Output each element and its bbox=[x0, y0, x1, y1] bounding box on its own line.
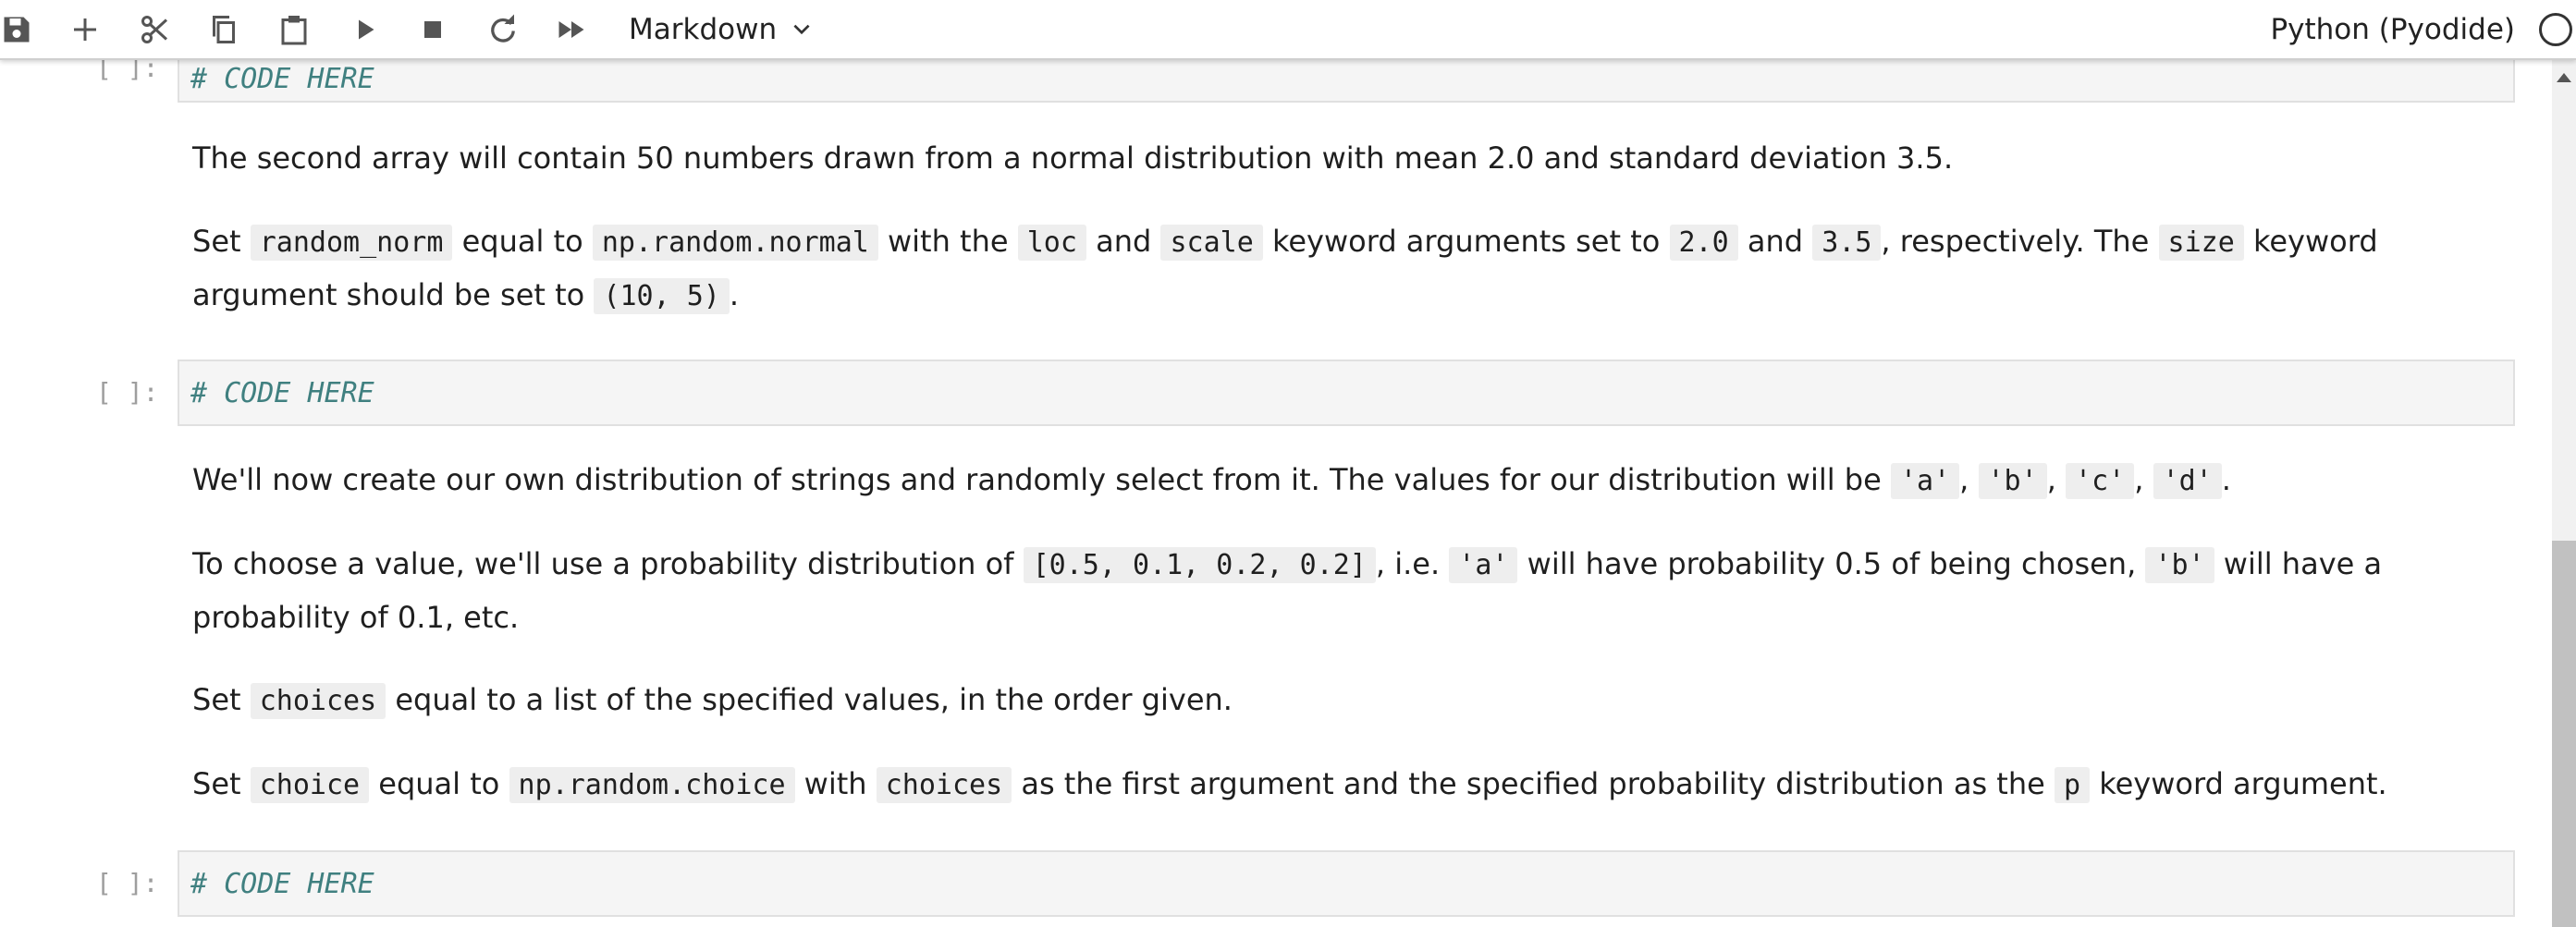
inline-code: choices bbox=[250, 683, 386, 719]
inline-code: 'd' bbox=[2153, 463, 2222, 499]
text: , bbox=[1959, 462, 1969, 497]
stop-icon bbox=[424, 21, 441, 38]
inline-code: np.random.choice bbox=[509, 767, 795, 803]
paste-button[interactable] bbox=[272, 7, 316, 52]
text: , respectively. The bbox=[1881, 224, 2150, 259]
notebook-toolbar: Markdown Python (Pyodide) bbox=[0, 0, 2576, 60]
text: keyword arguments set to bbox=[1271, 224, 1661, 259]
inline-code: size bbox=[2158, 225, 2244, 261]
run-all-button[interactable] bbox=[549, 7, 594, 52]
markdown-paragraph: We'll now create our own distribution of… bbox=[192, 454, 2504, 507]
inline-code: scale bbox=[1160, 225, 1263, 261]
text: equal to bbox=[461, 224, 583, 259]
cut-button[interactable] bbox=[133, 7, 178, 52]
inline-code: 'b' bbox=[1978, 463, 2047, 499]
cell-type-dropdown[interactable]: Markdown bbox=[629, 7, 814, 52]
text: with bbox=[803, 766, 867, 801]
inline-code: 'a' bbox=[1890, 463, 1960, 499]
inline-code: 3.5 bbox=[1812, 225, 1882, 261]
markdown-paragraph: Set random_norm equal to np.random.norma… bbox=[192, 215, 2504, 323]
markdown-paragraph: Set choices equal to a list of the speci… bbox=[192, 674, 2504, 727]
inline-code: [0.5, 0.1, 0.2, 0.2] bbox=[1023, 547, 1376, 583]
inline-code: p bbox=[2054, 767, 2091, 803]
code-comment: # CODE HERE bbox=[190, 62, 374, 95]
play-icon bbox=[359, 19, 374, 40]
kernel-status-icon bbox=[2539, 13, 2572, 46]
markdown-paragraph: To choose a value, we'll use a probabili… bbox=[192, 538, 2504, 644]
code-comment: # CODE HERE bbox=[190, 376, 374, 409]
plus-icon bbox=[74, 18, 96, 41]
save-icon bbox=[4, 17, 30, 43]
cell-prompt: [ ]: bbox=[96, 377, 159, 408]
code-comment: # CODE HERE bbox=[190, 867, 374, 900]
inline-code: 'b' bbox=[2145, 547, 2214, 583]
scissors-icon bbox=[141, 16, 168, 43]
code-cell[interactable]: # CODE HERE bbox=[178, 850, 2515, 917]
kernel-name[interactable]: Python (Pyodide) bbox=[2270, 7, 2515, 52]
text: , bbox=[2046, 462, 2056, 497]
cell-prompt: [ ]: bbox=[96, 58, 159, 83]
vertical-scrollbar[interactable] bbox=[2552, 58, 2576, 927]
text: We'll now create our own distribution of… bbox=[192, 462, 1882, 497]
inline-code: 'c' bbox=[2066, 463, 2135, 499]
text: , i.e. bbox=[1375, 546, 1441, 581]
scroll-up-arrow-icon[interactable] bbox=[2557, 73, 2571, 82]
scrollbar-thumb[interactable] bbox=[2552, 541, 2576, 927]
interrupt-button[interactable] bbox=[411, 7, 455, 52]
text: keyword argument. bbox=[2099, 766, 2387, 801]
clipboard-icon bbox=[281, 16, 307, 45]
inline-code: 'a' bbox=[1449, 547, 1518, 583]
text: equal to a list of the specified values,… bbox=[395, 682, 1233, 717]
text: Set bbox=[192, 224, 241, 259]
text: as the first argument and the specified … bbox=[1021, 766, 2045, 801]
text: . bbox=[2221, 462, 2231, 497]
inline-code: 2.0 bbox=[1669, 225, 1738, 261]
inline-code: np.random.normal bbox=[592, 225, 878, 261]
text: Set bbox=[192, 766, 241, 801]
text: . bbox=[729, 277, 739, 312]
inline-code: choices bbox=[876, 767, 1012, 803]
notebook-panel: [ ]: # CODE HERE The second array will c… bbox=[0, 58, 2552, 927]
cell-type-label: Markdown bbox=[629, 13, 778, 46]
copy-icon bbox=[213, 16, 235, 43]
markdown-paragraph: Set choice equal to np.random.choice wit… bbox=[192, 758, 2504, 811]
copy-button[interactable] bbox=[202, 7, 246, 52]
markdown-paragraph: The second array will contain 50 numbers… bbox=[192, 132, 2504, 185]
run-button[interactable] bbox=[342, 7, 386, 52]
chevron-down-icon bbox=[793, 24, 810, 35]
inline-code: loc bbox=[1017, 225, 1086, 261]
text: and bbox=[1747, 224, 1804, 259]
code-cell[interactable]: # CODE HERE bbox=[178, 58, 2515, 103]
cell-prompt: [ ]: bbox=[96, 868, 159, 898]
text: equal to bbox=[378, 766, 500, 801]
text: with the bbox=[887, 224, 1009, 259]
text: and bbox=[1096, 224, 1152, 259]
inline-code: choice bbox=[250, 767, 370, 803]
paragraph-text: The second array will contain 50 numbers… bbox=[192, 140, 1954, 176]
text: Set bbox=[192, 682, 241, 717]
code-cell[interactable]: # CODE HERE bbox=[178, 360, 2515, 426]
text: To choose a value, we'll use a probabili… bbox=[192, 546, 1014, 581]
refresh-icon bbox=[491, 14, 515, 43]
inline-code: (10, 5) bbox=[594, 278, 730, 314]
fast-forward-icon bbox=[558, 21, 584, 38]
text: will have probability 0.5 of being chose… bbox=[1527, 546, 2137, 581]
insert-cell-button[interactable] bbox=[63, 7, 107, 52]
restart-button[interactable] bbox=[481, 7, 525, 52]
text: , bbox=[2134, 462, 2144, 497]
save-button[interactable] bbox=[0, 7, 39, 52]
inline-code: random_norm bbox=[250, 225, 453, 261]
